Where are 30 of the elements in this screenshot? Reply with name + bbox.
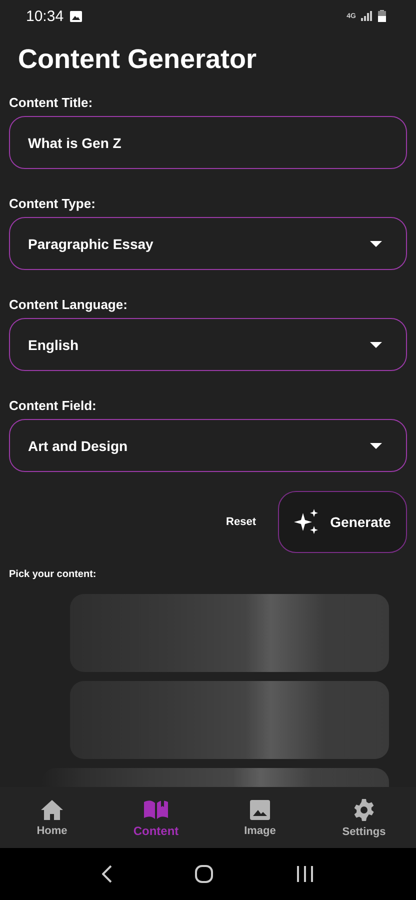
back-icon[interactable] bbox=[102, 865, 112, 883]
sparkles-icon bbox=[294, 509, 320, 535]
recent-apps-icon[interactable] bbox=[296, 865, 314, 883]
field-label: Content Field: bbox=[9, 398, 98, 413]
field-label: Content Language: bbox=[9, 297, 128, 312]
settings-icon bbox=[352, 798, 376, 822]
field-label: Content Type: bbox=[9, 196, 96, 211]
book-icon bbox=[143, 798, 169, 820]
home-icon bbox=[40, 798, 64, 820]
page-title: Content Generator bbox=[18, 44, 258, 75]
dropdown-field[interactable]: Paragraphic Essay bbox=[9, 217, 407, 270]
home-button-icon[interactable] bbox=[194, 865, 213, 883]
dropdown-caret-icon bbox=[370, 342, 382, 348]
dropdown-field[interactable]: English bbox=[9, 318, 407, 371]
image-icon bbox=[249, 798, 271, 820]
generate-button[interactable]: Generate bbox=[278, 491, 407, 553]
gallery-icon bbox=[70, 10, 82, 22]
nav-tab[interactable]: Home bbox=[0, 798, 104, 836]
title-input-field[interactable]: What is Gen Z bbox=[9, 116, 407, 169]
time: 10:34 bbox=[26, 8, 64, 24]
dropdown-caret-icon bbox=[370, 442, 382, 448]
field-label: Content Title: bbox=[9, 95, 94, 110]
nav-tab[interactable]: Settings bbox=[312, 798, 416, 838]
battery-icon bbox=[378, 10, 386, 22]
dropdown-caret-icon bbox=[370, 240, 382, 246]
dropdown-field[interactable]: Art and Design bbox=[9, 419, 407, 472]
signal-icon bbox=[361, 11, 373, 21]
reset-button[interactable]: Reset bbox=[222, 512, 260, 532]
section-label: Pick your content: bbox=[9, 569, 98, 580]
nav-tab[interactable]: Image bbox=[208, 798, 312, 836]
